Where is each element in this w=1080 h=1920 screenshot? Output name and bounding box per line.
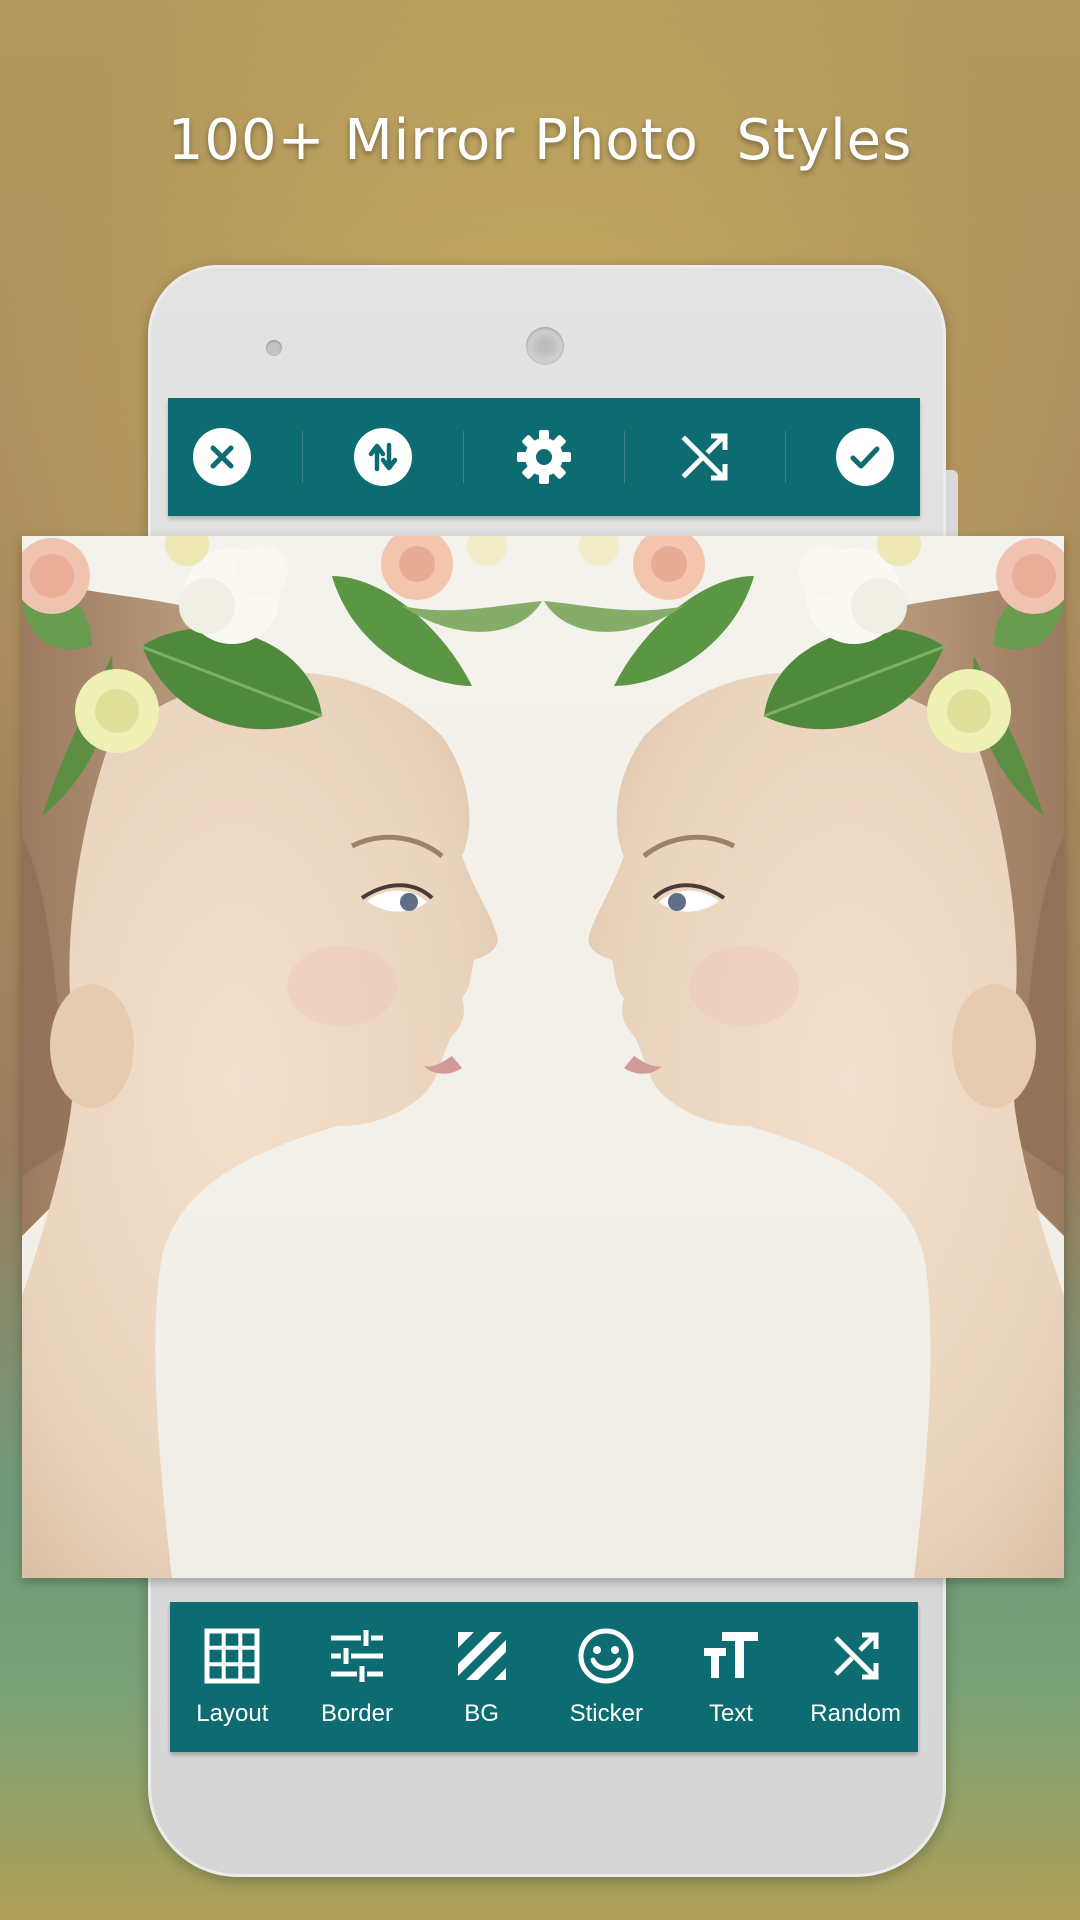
grid-icon <box>204 1628 260 1684</box>
toolbar-divider <box>463 431 465 483</box>
text-label: Text <box>708 1700 753 1727</box>
stripes-icon <box>457 1632 506 1680</box>
toolbar-divider <box>784 431 786 483</box>
settings-button[interactable] <box>515 428 573 486</box>
promo-headline: 100+ Mirror Photo Styles <box>167 108 913 173</box>
phone-camera <box>266 340 282 356</box>
bg-label: BG <box>464 1700 499 1727</box>
border-label: Border <box>320 1700 393 1727</box>
mirror-photo-canvas[interactable] <box>22 536 1064 1578</box>
check-icon <box>850 446 880 469</box>
layout-button[interactable]: Layout <box>173 1626 291 1728</box>
gear-icon <box>516 430 571 484</box>
shuffle-button[interactable] <box>676 428 734 486</box>
phone-speaker <box>526 327 564 365</box>
toolbar-divider <box>623 431 625 483</box>
smiley-icon <box>578 1628 634 1684</box>
confirm-button[interactable] <box>836 428 895 486</box>
border-button[interactable]: Border <box>298 1626 416 1728</box>
mirror-photo-image <box>22 536 1064 1578</box>
flip-button[interactable] <box>354 428 413 486</box>
text-button[interactable]: Text <box>672 1626 790 1728</box>
toolbar-divider <box>302 431 304 483</box>
sticker-button[interactable]: Sticker <box>547 1626 665 1728</box>
sliders-icon <box>330 1630 383 1682</box>
bottom-toolbar: Layout Border BG Sticker Text Random <box>170 1602 918 1752</box>
text-size-icon <box>703 1632 758 1678</box>
sticker-label: Sticker <box>569 1700 643 1727</box>
close-button[interactable] <box>193 428 252 486</box>
swap-vertical-icon <box>368 442 398 472</box>
close-icon <box>210 445 234 469</box>
top-toolbar <box>168 398 920 516</box>
shuffle-icon <box>681 433 728 481</box>
random-button[interactable]: Random <box>797 1626 915 1728</box>
layout-label: Layout <box>196 1700 269 1727</box>
random-label: Random <box>810 1700 901 1727</box>
shuffle-icon <box>833 1632 879 1680</box>
bg-button[interactable]: BG <box>423 1626 541 1728</box>
